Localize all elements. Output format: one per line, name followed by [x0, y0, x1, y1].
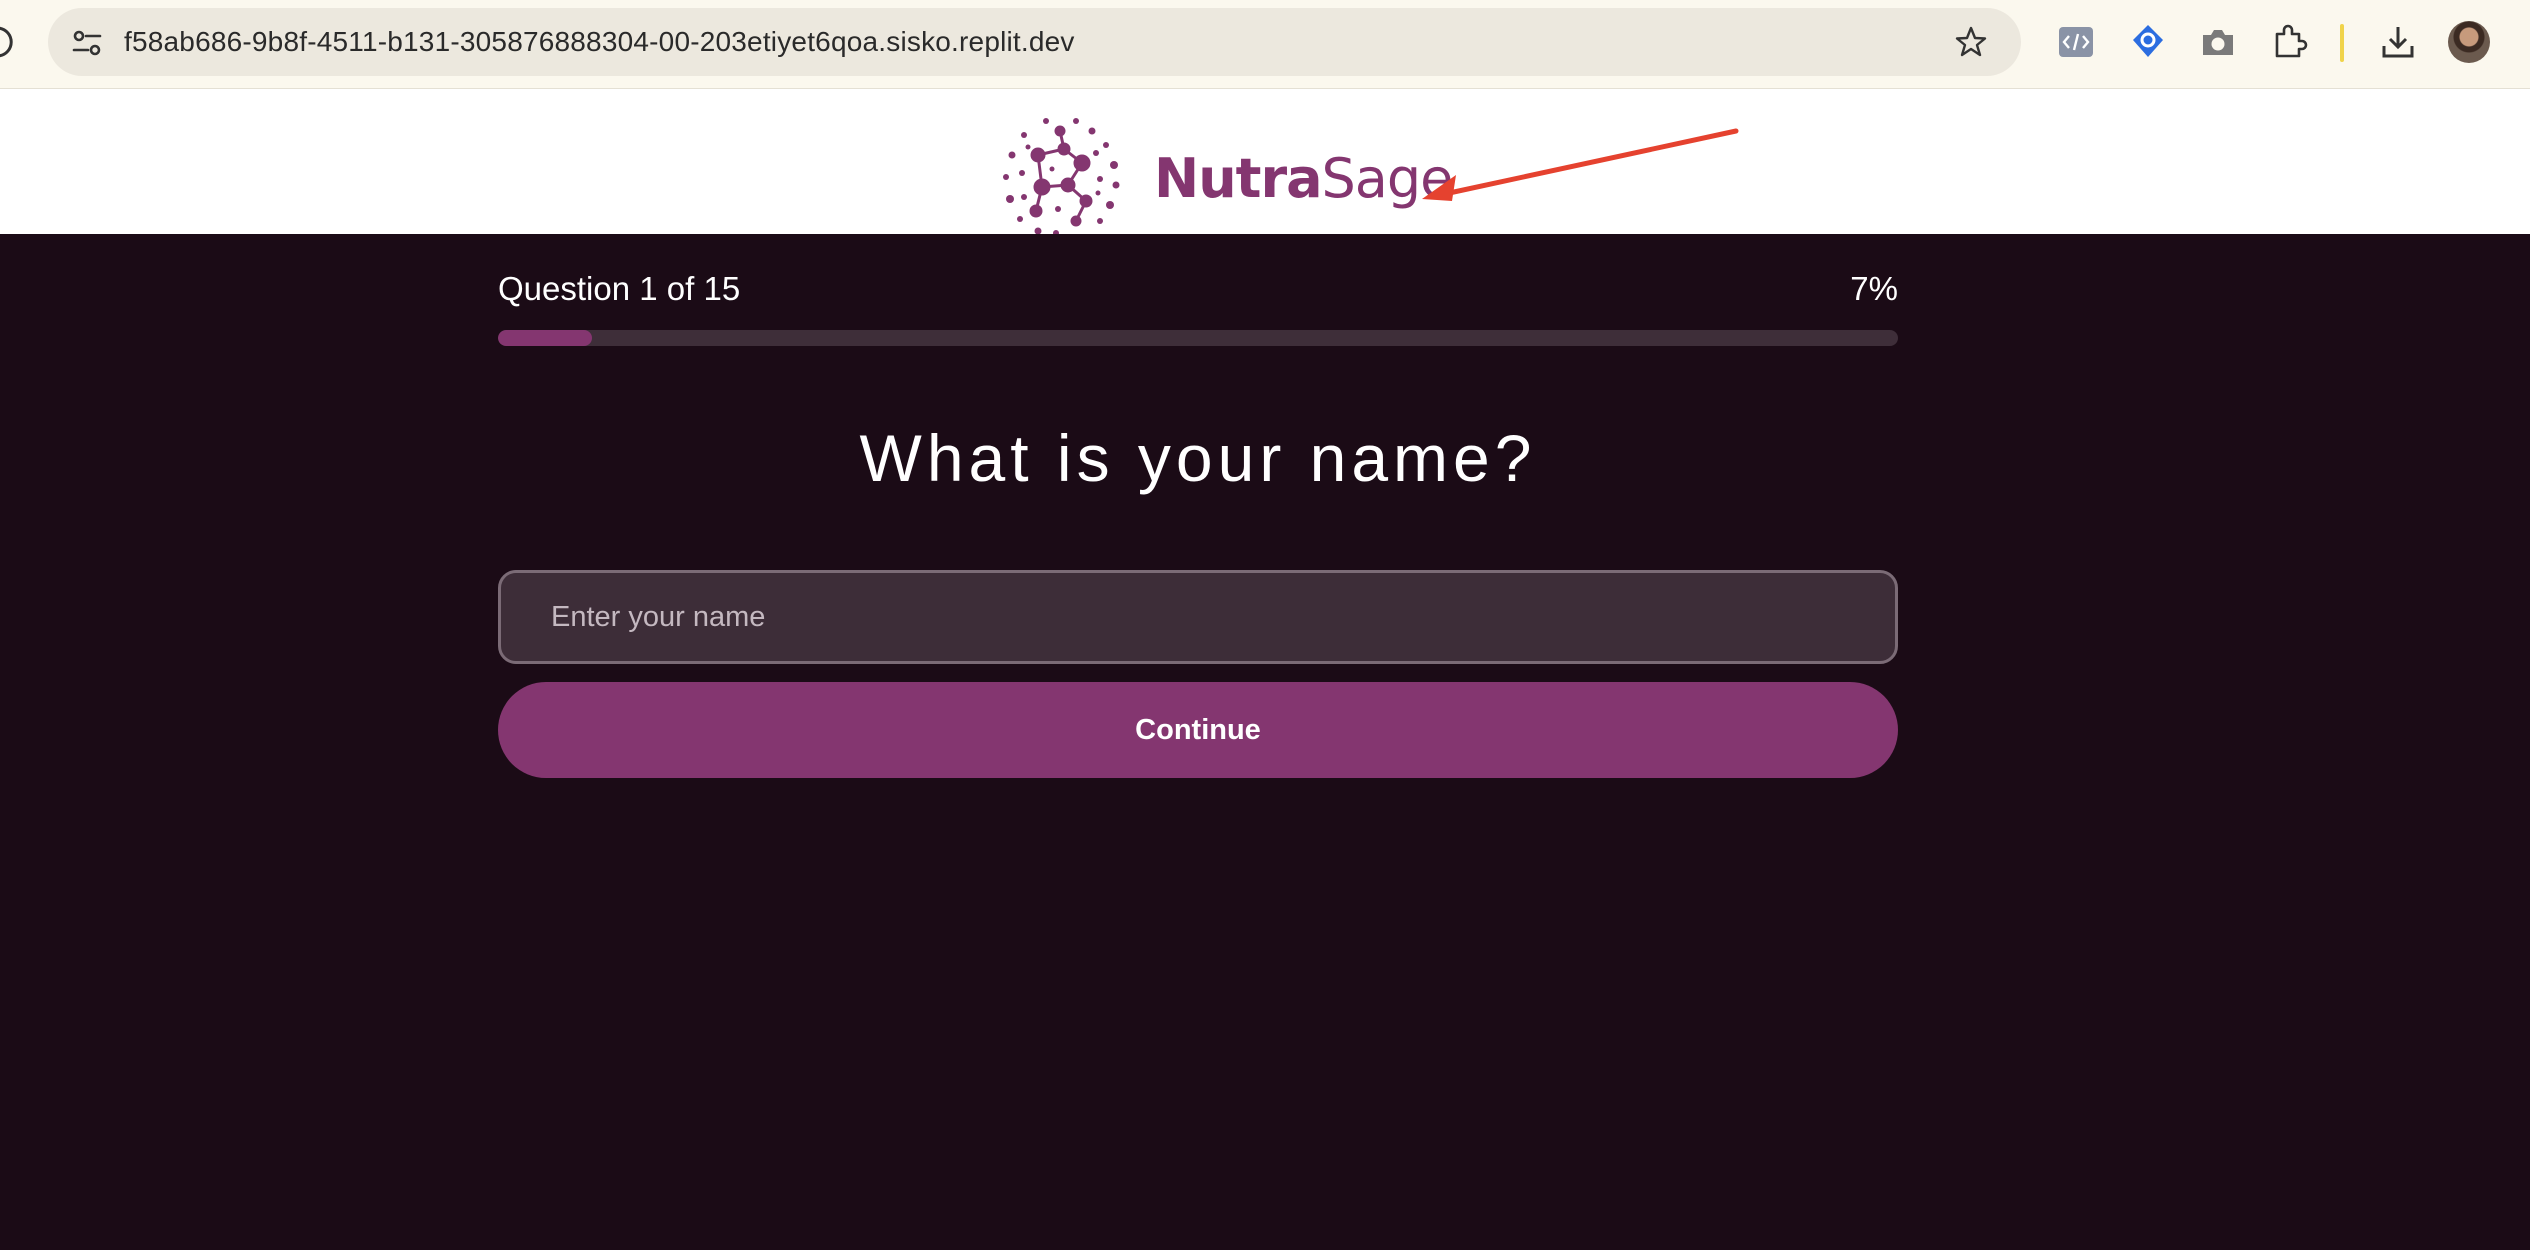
question-progress-row: Question 1 of 15 7% — [498, 270, 1898, 310]
question-title: What is your name? — [859, 421, 1537, 495]
browser-toolbar: f58ab686-9b8f-4511-b131-305876888304-00-… — [0, 0, 2530, 89]
toolbar-separator — [2340, 24, 2344, 62]
camera-extension-icon[interactable] — [2198, 22, 2238, 62]
profile-avatar[interactable] — [2448, 21, 2490, 63]
molecule-logo-icon — [1003, 118, 1120, 234]
progress-bar-fill — [498, 330, 592, 346]
tag-extension-icon[interactable] — [2128, 22, 2168, 62]
progress-bar — [498, 330, 1898, 346]
nutrasage-logo[interactable]: NutraSage — [998, 113, 1453, 234]
site-header: NutraSage — [0, 89, 2530, 234]
code-extension-icon[interactable] — [2056, 22, 2096, 62]
progress-percent: 7% — [1850, 270, 1898, 307]
site-info-icon[interactable] — [70, 26, 104, 60]
question-counter: Question 1 of 15 — [498, 270, 741, 307]
url-text[interactable]: f58ab686-9b8f-4511-b131-305876888304-00-… — [124, 8, 1075, 76]
red-annotation-arrow — [1422, 128, 1739, 201]
bookmark-star-icon[interactable] — [1953, 24, 1989, 60]
brand-name-bold: Nutra — [1154, 147, 1323, 210]
continue-button[interactable]: Continue — [498, 682, 1898, 778]
address-bar[interactable]: f58ab686-9b8f-4511-b131-305876888304-00-… — [48, 8, 2021, 76]
name-input[interactable] — [498, 570, 1898, 664]
download-icon[interactable] — [2378, 22, 2418, 62]
reload-icon[interactable] — [0, 22, 16, 62]
puzzle-extensions-icon[interactable] — [2270, 22, 2310, 62]
